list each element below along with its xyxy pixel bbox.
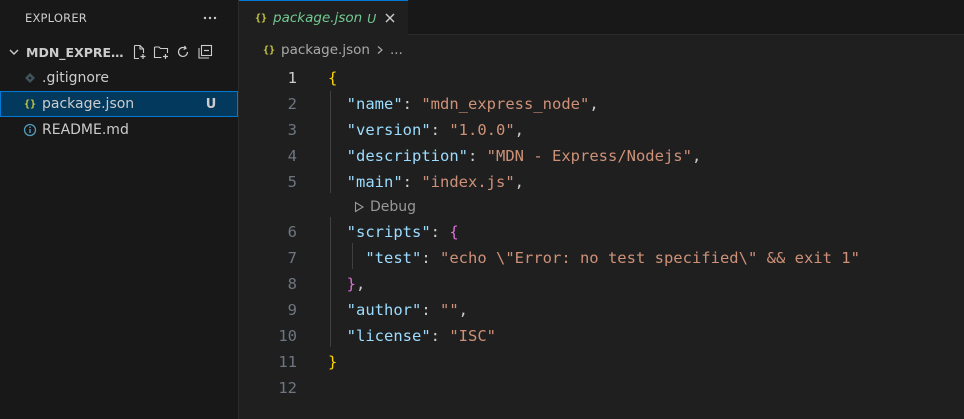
code-line: 7 "test": "echo \"Error: no test specifi… (239, 245, 964, 271)
code-line: 6 "scripts": { (239, 219, 964, 245)
file-name: README.md (42, 122, 129, 138)
explorer-sidebar: EXPLORER MDN_EXPRES... .gitignore {} pac… (0, 0, 239, 419)
line-number: 5 (287, 173, 297, 191)
line-text: "main": "index.js", (346, 173, 525, 191)
line-number: 2 (287, 95, 297, 113)
new-folder-icon[interactable] (150, 41, 172, 63)
code-line: 1 { (239, 65, 964, 91)
file-item-package-json[interactable]: {} package.json U (0, 91, 238, 117)
code-line: 10 "license": "ISC" (239, 323, 964, 349)
tab-bar: {} package.json U (239, 0, 964, 35)
codelens-label: Debug (370, 199, 417, 215)
debug-codelens[interactable]: Debug (353, 199, 416, 215)
tab-package-json[interactable]: {} package.json U (239, 0, 409, 35)
file-name: package.json (42, 96, 135, 112)
line-number: 1 (287, 69, 297, 87)
code-line: 11 } (239, 349, 964, 375)
folder-name: MDN_EXPRES... (26, 44, 124, 60)
explorer-title: EXPLORER (25, 10, 87, 25)
json-icon: {} (23, 98, 37, 110)
gitignore-icon (22, 70, 38, 86)
line-number: 11 (278, 353, 297, 371)
line-text: }, (346, 275, 366, 293)
more-actions-icon[interactable] (200, 8, 220, 28)
line-text: "scripts": { (346, 223, 459, 241)
chevron-right-icon (375, 45, 385, 55)
tab-label: package.json (273, 10, 363, 26)
line-number: 3 (287, 121, 297, 139)
line-number: 7 (287, 249, 297, 267)
breadcrumb-file[interactable]: package.json (281, 42, 370, 58)
breadcrumb-more[interactable]: ... (390, 42, 403, 58)
folder-root[interactable]: MDN_EXPRES... (0, 39, 238, 65)
code-editor[interactable]: 1 { 2 "name": "mdn_express_node", 3 "ver… (239, 65, 964, 401)
line-text: "name": "mdn_express_node", (346, 95, 599, 113)
git-status-badge: U (205, 96, 217, 112)
code-line: 8 }, (239, 271, 964, 297)
line-text: "description": "MDN - Express/Nodejs", (346, 147, 702, 165)
line-text: "version": "1.0.0", (346, 121, 525, 139)
line-number: 9 (287, 301, 297, 319)
line-text: { (328, 69, 338, 87)
code-line: 3 "version": "1.0.0", (239, 117, 964, 143)
line-text: "test": "echo \"Error: no test specified… (365, 249, 860, 267)
json-icon: {} (263, 44, 276, 56)
breadcrumb: {} package.json ... (239, 35, 964, 65)
folder-actions (128, 41, 216, 63)
editor-area: {} package.json U {} package.json ... 1 (239, 0, 964, 419)
chevron-down-icon (6, 44, 22, 60)
info-icon (22, 122, 38, 138)
code-line: 12 (239, 375, 964, 401)
explorer-header: EXPLORER (0, 0, 238, 35)
line-number: 4 (287, 147, 297, 165)
file-item-readme[interactable]: README.md (0, 117, 238, 143)
tab-status-badge: U (367, 10, 377, 26)
code-line: 4 "description": "MDN - Express/Nodejs", (239, 143, 964, 169)
line-text: "license": "ISC" (346, 327, 497, 345)
codelens-row: Debug (239, 195, 964, 219)
line-text: "author": "", (346, 301, 469, 319)
line-number: 10 (278, 327, 297, 345)
code-line: 2 "name": "mdn_express_node", (239, 91, 964, 117)
json-icon: {} (255, 12, 268, 24)
line-number: 6 (287, 223, 297, 241)
file-name: .gitignore (42, 70, 109, 86)
new-file-icon[interactable] (128, 41, 150, 63)
play-icon (353, 201, 365, 213)
line-text: } (328, 353, 338, 371)
vscode-window: EXPLORER MDN_EXPRES... .gitignore {} pac… (0, 0, 964, 419)
refresh-icon[interactable] (172, 41, 194, 63)
line-number: 12 (278, 379, 297, 397)
line-number: 8 (287, 275, 297, 293)
collapse-all-icon[interactable] (194, 41, 216, 63)
code-line: 9 "author": "", (239, 297, 964, 323)
code-line: 5 "main": "index.js", (239, 169, 964, 195)
close-icon[interactable] (380, 8, 400, 28)
file-item-gitignore[interactable]: .gitignore (0, 65, 238, 91)
